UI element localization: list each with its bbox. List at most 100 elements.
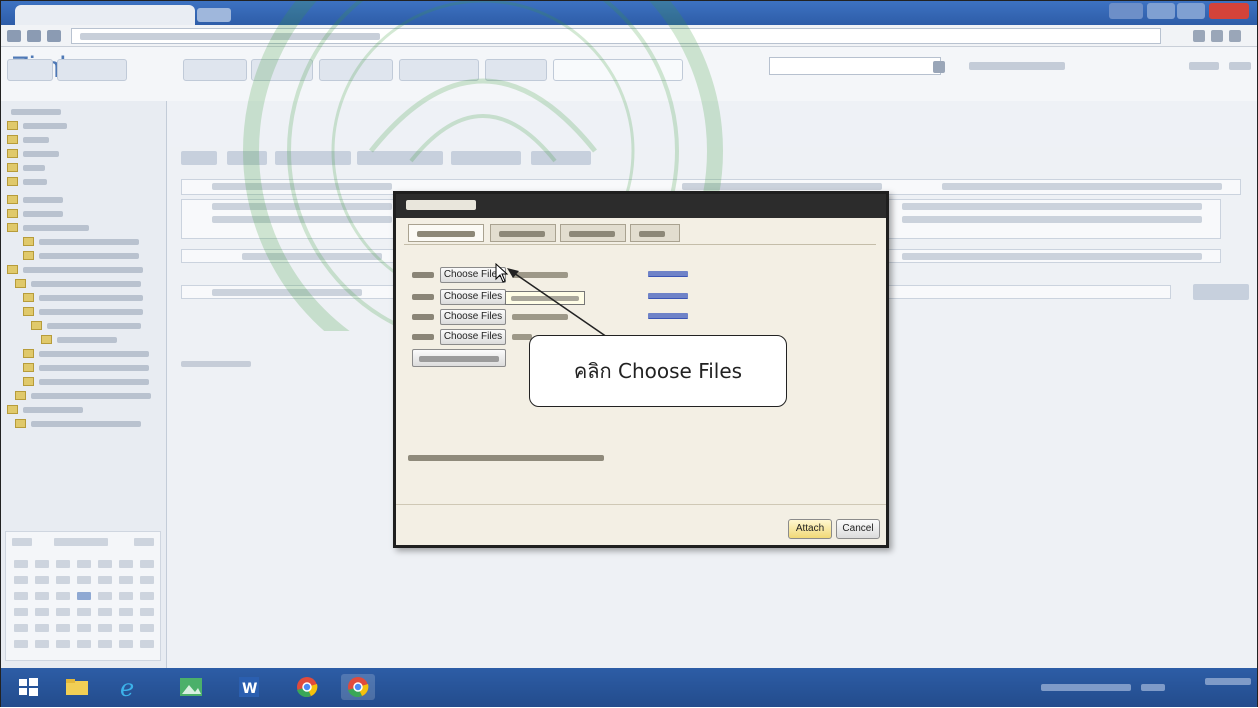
arrow-left-icon[interactable] <box>7 30 21 42</box>
recipient-chip[interactable] <box>212 216 392 223</box>
options-button[interactable] <box>531 151 591 165</box>
minimize-button[interactable] <box>1147 3 1175 19</box>
calendar-day[interactable] <box>98 576 112 584</box>
calendar-day[interactable] <box>56 640 70 648</box>
app-tab[interactable] <box>399 59 479 81</box>
app-tab[interactable] <box>183 59 247 81</box>
recipient-chip[interactable] <box>212 203 392 210</box>
calendar-day[interactable] <box>98 624 112 632</box>
tab-my-computer[interactable] <box>408 224 484 242</box>
calendar-day[interactable] <box>119 624 133 632</box>
recipient-chip[interactable] <box>942 183 1222 190</box>
calendar-day[interactable] <box>140 576 154 584</box>
calendar-day[interactable] <box>140 640 154 648</box>
attach-button[interactable]: Attach <box>788 519 832 539</box>
key-icon[interactable] <box>1193 30 1205 42</box>
app-tab[interactable] <box>485 59 547 81</box>
calendar-day[interactable] <box>35 624 49 632</box>
calendar-day[interactable] <box>14 624 28 632</box>
spell-check-button[interactable] <box>451 151 521 165</box>
calendar-day[interactable] <box>98 560 112 568</box>
remove-link[interactable] <box>648 313 688 319</box>
help-menu[interactable] <box>1189 62 1219 70</box>
calendar-day[interactable] <box>77 608 91 616</box>
remove-link[interactable] <box>648 271 688 277</box>
chrome-active-window[interactable] <box>341 674 375 700</box>
maximize-button[interactable] <box>1177 3 1205 19</box>
logout-link[interactable] <box>1229 62 1251 70</box>
calendar-day-today[interactable] <box>77 592 91 600</box>
app-tab[interactable] <box>319 59 393 81</box>
calendar-day[interactable] <box>119 608 133 616</box>
app-tab-active[interactable] <box>553 59 683 81</box>
app-tab[interactable] <box>57 59 127 81</box>
calendar-day[interactable] <box>56 560 70 568</box>
mini-calendar[interactable] <box>5 531 161 661</box>
close-window-button[interactable] <box>1209 3 1249 19</box>
calendar-day[interactable] <box>140 608 154 616</box>
user-account[interactable] <box>969 62 1065 70</box>
ie-icon[interactable]: e <box>115 674 143 700</box>
calendar-day[interactable] <box>35 640 49 648</box>
search-icon[interactable] <box>933 61 945 73</box>
calendar-day[interactable] <box>77 576 91 584</box>
add-attachment-button[interactable] <box>357 151 443 165</box>
calendar-day[interactable] <box>35 608 49 616</box>
address-bar[interactable] <box>71 28 1161 44</box>
remove-link[interactable] <box>648 293 688 299</box>
calendar-day[interactable] <box>14 560 28 568</box>
calendar-day[interactable] <box>119 576 133 584</box>
app-tab[interactable] <box>7 59 53 81</box>
calendar-day[interactable] <box>119 560 133 568</box>
choose-files-button[interactable]: Choose Files <box>440 329 506 345</box>
cancel-compose-button[interactable] <box>227 151 267 165</box>
calendar-day[interactable] <box>56 576 70 584</box>
refresh-icon[interactable] <box>47 30 61 42</box>
recipient-chip[interactable] <box>212 183 392 190</box>
calendar-day[interactable] <box>14 640 28 648</box>
calendar-day[interactable] <box>56 592 70 600</box>
calendar-day[interactable] <box>140 560 154 568</box>
calendar-day[interactable] <box>14 608 28 616</box>
calendar-day[interactable] <box>35 576 49 584</box>
choose-files-button[interactable]: Choose Files <box>440 309 506 325</box>
calendar-day[interactable] <box>77 560 91 568</box>
calendar-day[interactable] <box>14 576 28 584</box>
calendar-next-button[interactable] <box>134 538 154 546</box>
calendar-day[interactable] <box>35 592 49 600</box>
clock[interactable] <box>1205 678 1251 685</box>
tab-mail[interactable] <box>630 224 680 242</box>
calendar-day[interactable] <box>14 592 28 600</box>
folder-icon[interactable] <box>63 674 91 700</box>
recipient-chip[interactable] <box>902 216 1202 223</box>
calendar-day[interactable] <box>77 624 91 632</box>
calendar-day[interactable] <box>119 640 133 648</box>
calendar-day[interactable] <box>140 592 154 600</box>
calendar-day[interactable] <box>77 640 91 648</box>
calendar-prev-button[interactable] <box>12 538 32 546</box>
add-more-attachments-button[interactable] <box>412 349 506 367</box>
calendar-day[interactable] <box>56 624 70 632</box>
tab-contacts[interactable] <box>560 224 626 242</box>
system-tray-icons[interactable] <box>1041 684 1131 691</box>
word-icon[interactable]: W <box>235 674 263 700</box>
choose-files-button[interactable]: Choose Files <box>440 289 506 305</box>
language-indicator[interactable] <box>1141 684 1165 691</box>
calendar-day[interactable] <box>56 608 70 616</box>
calendar-day[interactable] <box>35 560 49 568</box>
tab-briefcase[interactable] <box>490 224 556 242</box>
calendar-day[interactable] <box>98 640 112 648</box>
calendar-day[interactable] <box>140 624 154 632</box>
recipient-chip[interactable] <box>902 203 1202 210</box>
star-icon[interactable] <box>1211 30 1223 42</box>
calendar-day[interactable] <box>119 592 133 600</box>
extension-icon[interactable] <box>1229 30 1241 42</box>
app-tab[interactable] <box>251 59 313 81</box>
cancel-button[interactable]: Cancel <box>836 519 880 539</box>
search-input[interactable] <box>769 57 941 75</box>
photos-icon[interactable] <box>177 674 205 700</box>
windows-logo-icon[interactable] <box>11 674 45 700</box>
send-button[interactable] <box>181 151 217 165</box>
user-profile-button[interactable] <box>1109 3 1143 19</box>
priority-select[interactable] <box>1193 284 1249 300</box>
